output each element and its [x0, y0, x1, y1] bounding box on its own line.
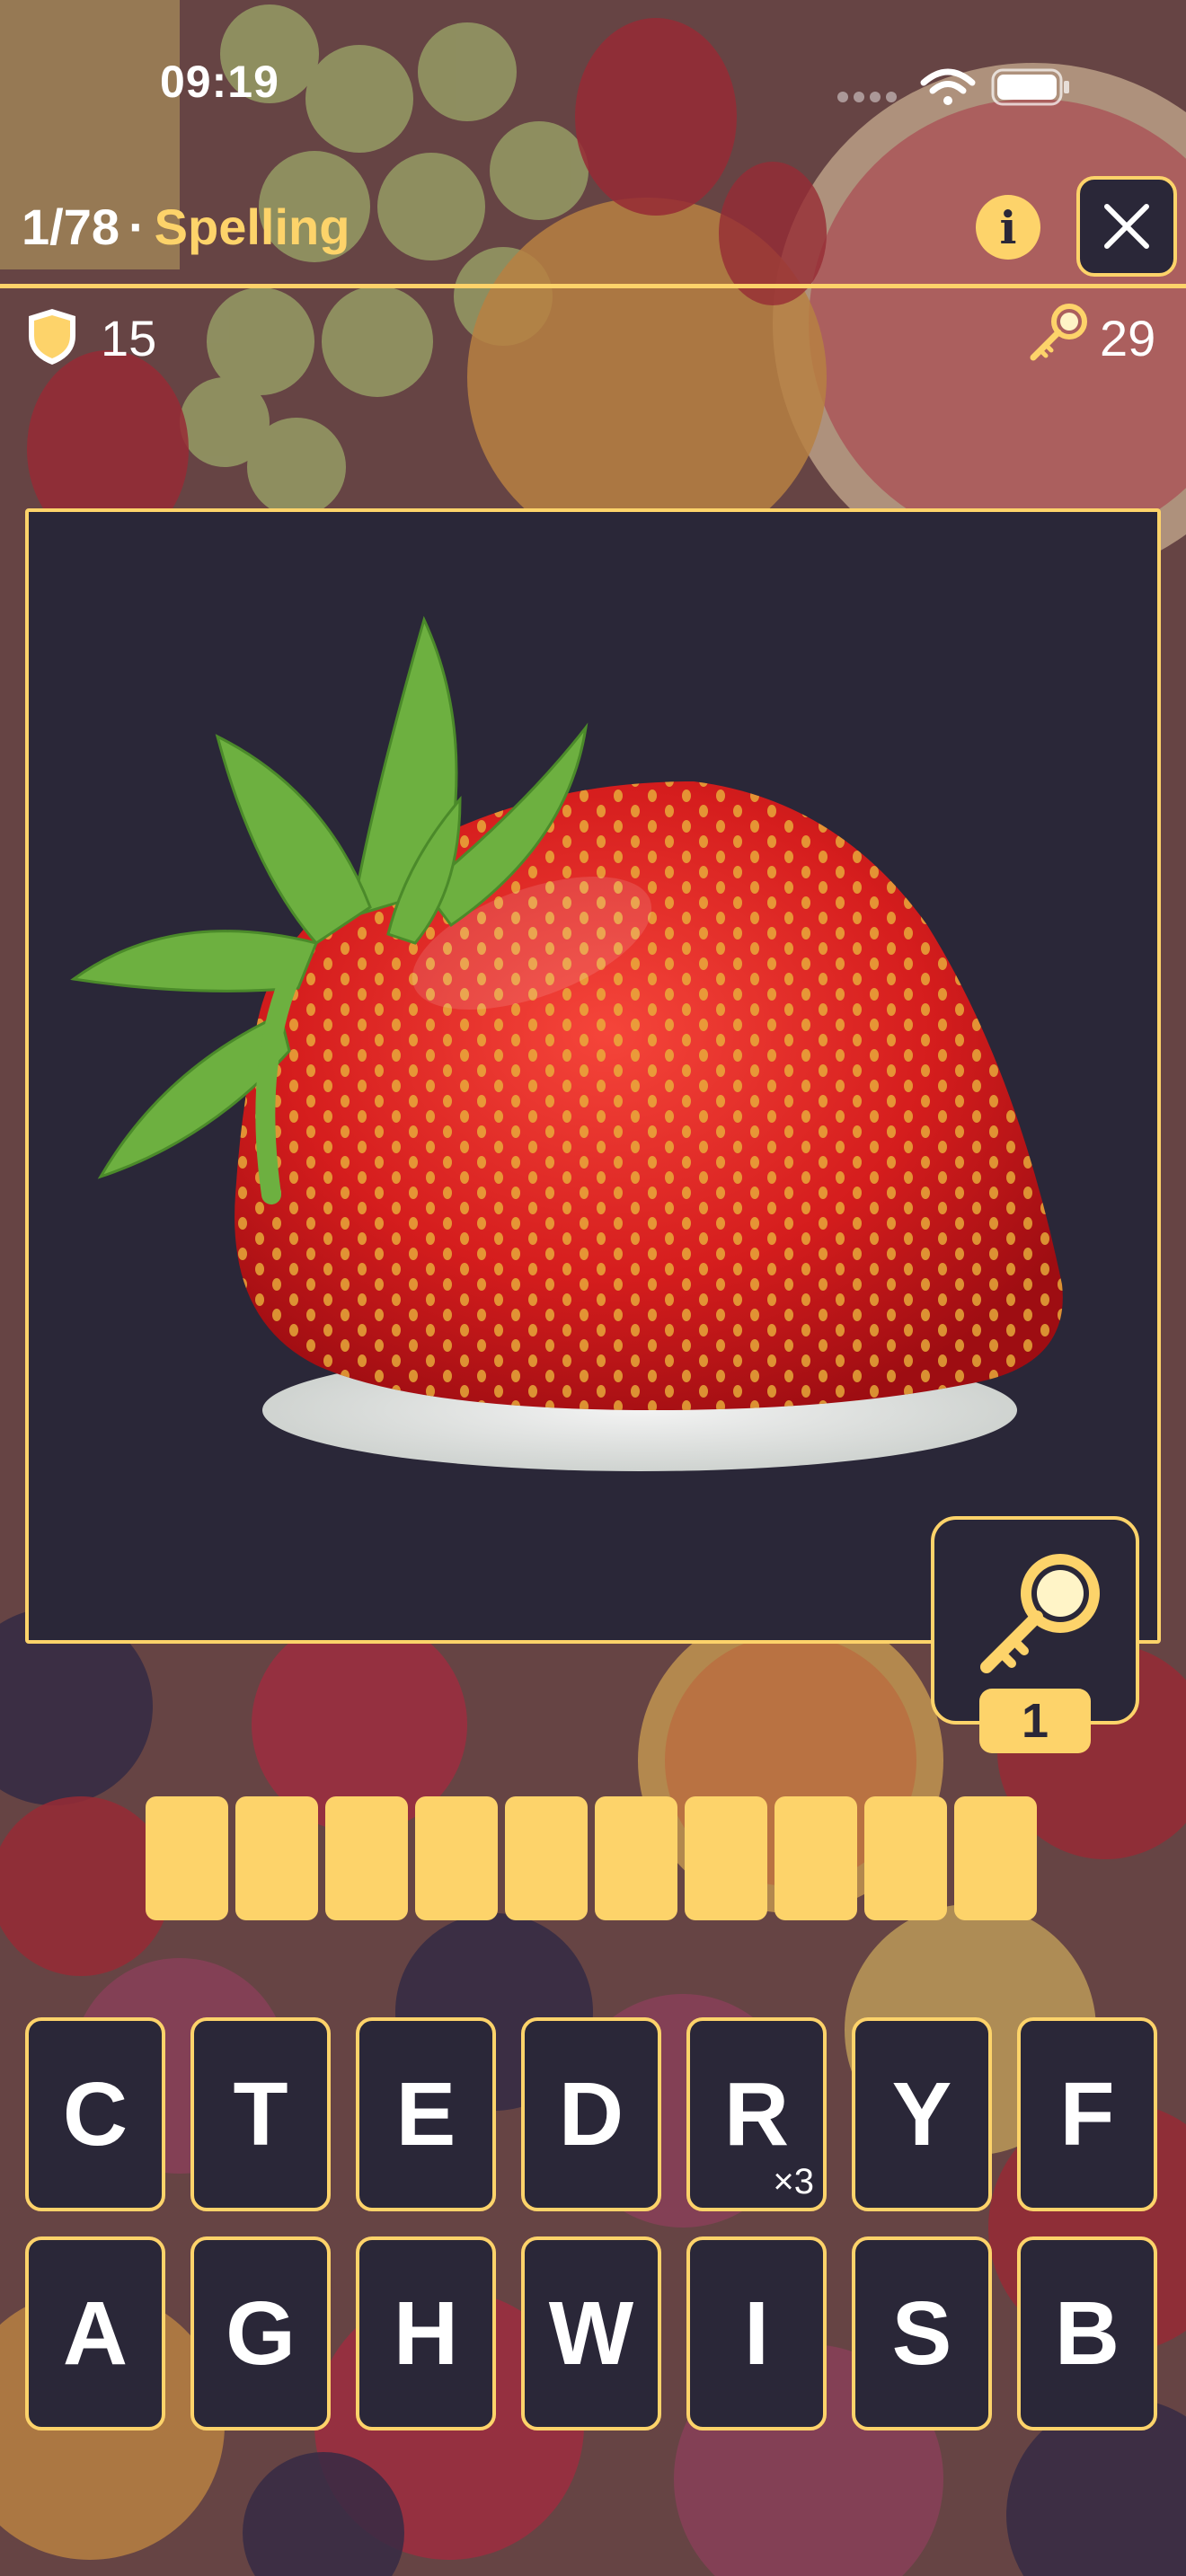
letter-key[interactable]: C: [25, 2017, 165, 2211]
answer-slots: [146, 1796, 1037, 1920]
letter-key[interactable]: E: [356, 2017, 496, 2211]
letter-key[interactable]: I: [686, 2236, 827, 2430]
letter-key[interactable]: F: [1017, 2017, 1157, 2211]
key-letter: G: [226, 2283, 296, 2384]
answer-slot[interactable]: [146, 1796, 228, 1920]
key-letter: E: [395, 2064, 456, 2165]
info-icon: i: [999, 200, 1017, 254]
key-letter: A: [62, 2283, 128, 2384]
letter-key[interactable]: A: [25, 2236, 165, 2430]
status-icons: [836, 63, 1078, 108]
answer-slot[interactable]: [595, 1796, 677, 1920]
letter-key[interactable]: Y: [852, 2017, 992, 2211]
key-letter: S: [891, 2283, 952, 2384]
letter-key[interactable]: W: [521, 2236, 661, 2430]
cellular-signal-icon: [837, 92, 897, 102]
letter-key[interactable]: S: [852, 2236, 992, 2430]
key-multiplier: ×3: [773, 2162, 814, 2201]
key-letter: B: [1054, 2283, 1120, 2384]
strawberry-image: [70, 615, 1063, 1471]
close-button[interactable]: [1076, 176, 1177, 277]
magnifier-key-icon: [980, 1554, 1100, 1673]
status-time: 09:19: [160, 57, 279, 107]
key-count: 29: [1100, 310, 1156, 366]
key-row: AGHW I S B: [25, 2236, 1163, 2430]
letter-keyboard: C T E D R ×3 Y F A G H W I S B: [25, 2017, 1163, 2456]
puzzle-image-card: [25, 508, 1161, 1644]
shield-icon: [23, 305, 81, 368]
letter-key[interactable]: D: [521, 2017, 661, 2211]
key-letter: H: [393, 2283, 459, 2384]
answer-slot[interactable]: [235, 1796, 318, 1920]
wifi-icon: [920, 68, 976, 105]
key-letter: D: [558, 2064, 624, 2165]
header-title: 1/78 · Spelling: [22, 198, 350, 256]
header-divider: [0, 284, 1186, 288]
letter-key[interactable]: H: [356, 2236, 496, 2430]
letter-key[interactable]: T: [190, 2017, 331, 2211]
hint-count-badge: 1: [979, 1689, 1091, 1753]
close-icon: [1104, 204, 1149, 249]
shield-count: 15: [101, 310, 157, 366]
key-letter: F: [1059, 2064, 1115, 2165]
answer-slot[interactable]: [685, 1796, 767, 1920]
answer-slot[interactable]: [954, 1796, 1037, 1920]
key-letter: R: [723, 2064, 790, 2165]
key-letter: I: [744, 2283, 769, 2384]
answer-slot[interactable]: [864, 1796, 947, 1920]
info-button[interactable]: i: [976, 195, 1040, 260]
answer-slot[interactable]: [505, 1796, 588, 1920]
key-letter: T: [233, 2064, 288, 2165]
letter-key[interactable]: R ×3: [686, 2017, 827, 2211]
key-letter: Y: [891, 2064, 952, 2165]
answer-slot[interactable]: [774, 1796, 857, 1920]
mode-label: Spelling: [154, 198, 350, 255]
key-row: C T E D R ×3 Y F: [25, 2017, 1163, 2211]
magnifier-key-icon: [1026, 302, 1091, 366]
progress-counter: 1/78: [22, 198, 119, 255]
letter-key[interactable]: G: [190, 2236, 331, 2430]
answer-slot[interactable]: [415, 1796, 498, 1920]
title-separator: ·: [128, 198, 146, 255]
key-letter: W: [548, 2283, 634, 2384]
battery-icon: [991, 68, 1069, 106]
key-letter: C: [62, 2064, 128, 2165]
answer-slot[interactable]: [325, 1796, 408, 1920]
letter-key[interactable]: B: [1017, 2236, 1157, 2430]
